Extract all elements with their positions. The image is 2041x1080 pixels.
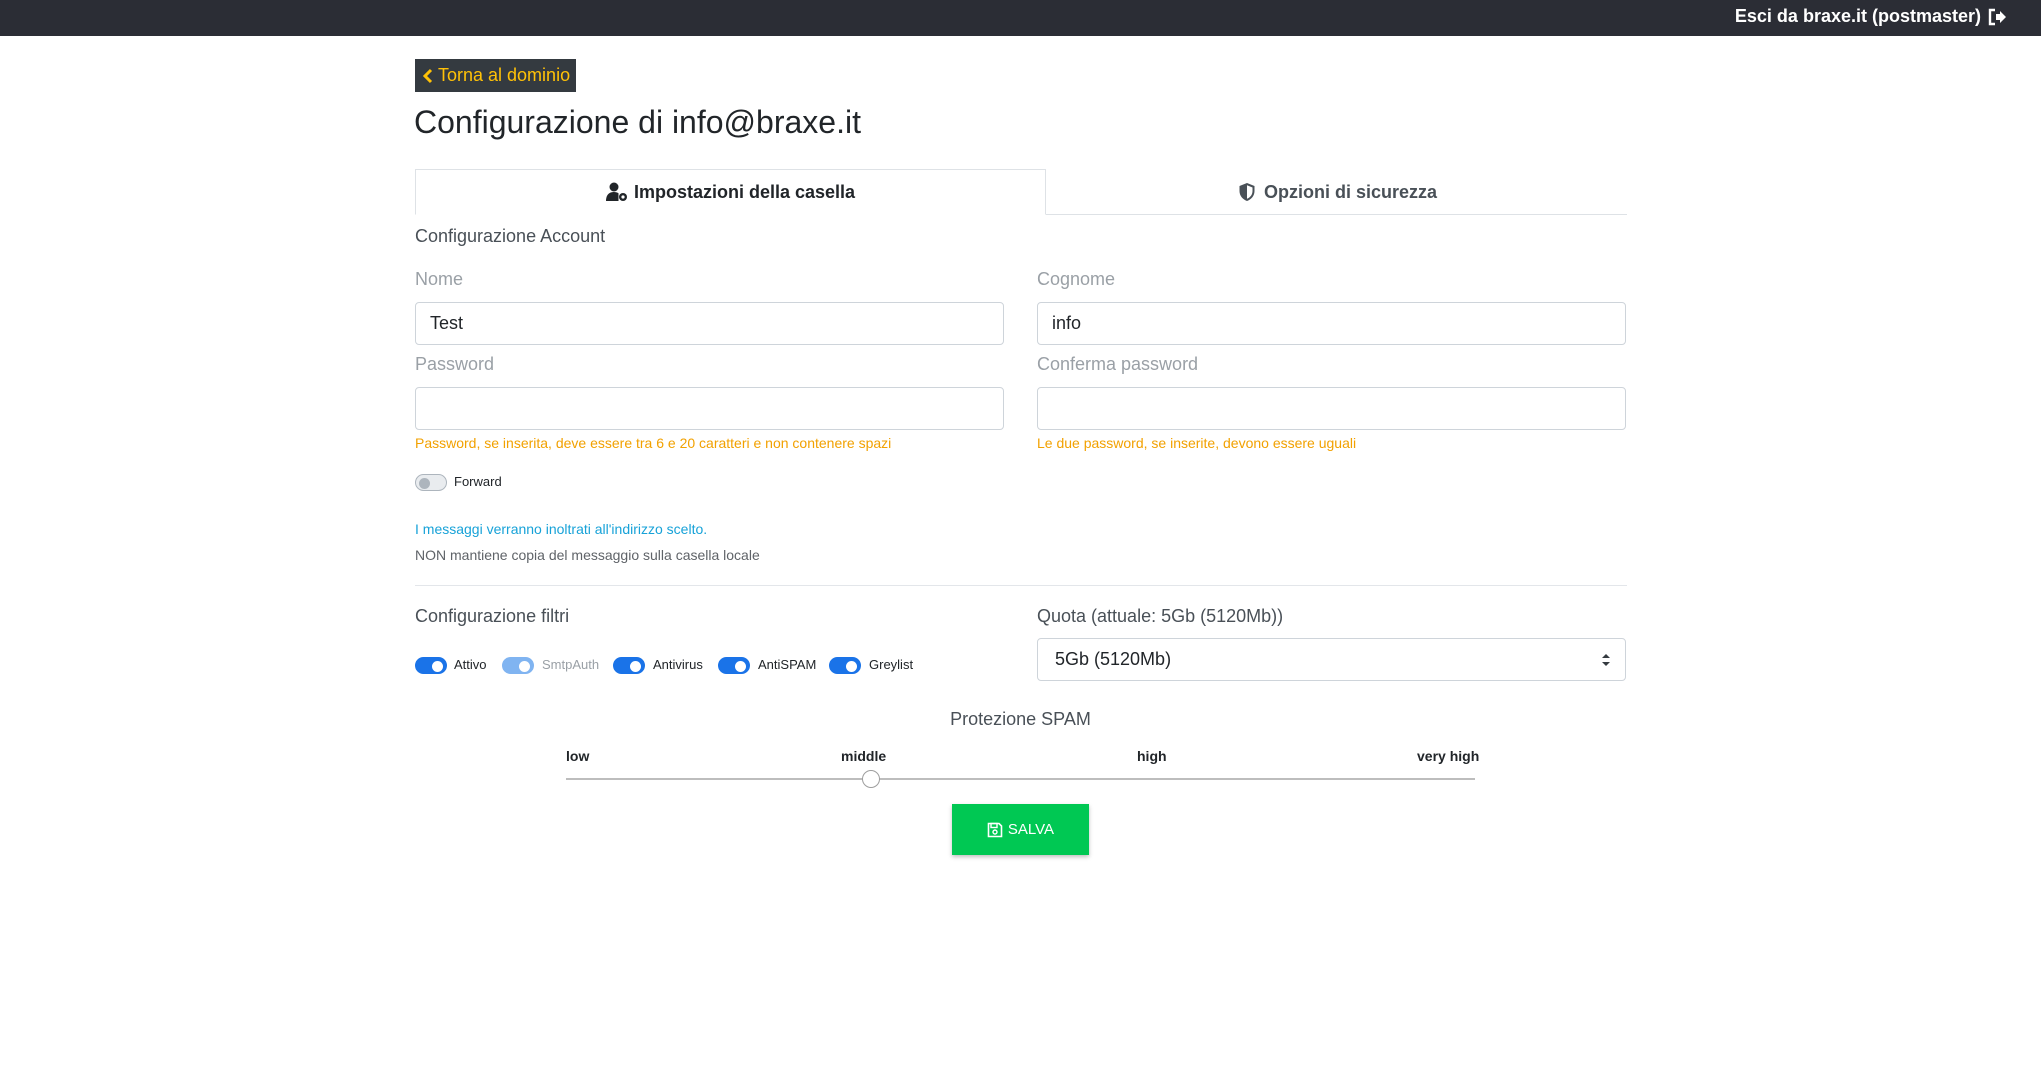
- page-title-prefix: Configurazione di: [414, 104, 664, 140]
- toggle-knob: [419, 478, 430, 489]
- chevron-left-icon: [422, 68, 433, 83]
- toggle-antispam[interactable]: [718, 657, 750, 674]
- toggle-antispam-label: AntiSPAM: [758, 657, 817, 672]
- spam-level-middle: middle: [841, 748, 887, 764]
- toggle-knob: [432, 661, 443, 672]
- toggle-attivo[interactable]: [415, 657, 447, 674]
- tab-security-options[interactable]: Opzioni di sicurezza: [1046, 169, 1627, 215]
- toggle-knob: [846, 661, 857, 672]
- confirm-password-hint: Le due password, se inserite, devono ess…: [1037, 435, 1357, 451]
- forward-info-text: I messaggi verranno inoltrati all'indiri…: [415, 521, 708, 537]
- save-icon: [987, 822, 1003, 837]
- first-name-input[interactable]: [415, 302, 1004, 345]
- tab-bar: Impostazioni della casella Opzioni di si…: [415, 169, 1627, 215]
- filters-section-title: Configurazione filtri: [415, 606, 570, 626]
- last-name-label: Cognome: [1037, 269, 1116, 289]
- save-label: SALVA: [1007, 821, 1055, 838]
- toggle-attivo-label: Attivo: [454, 657, 487, 672]
- spam-slider-thumb[interactable]: [862, 770, 880, 788]
- logout-label: Esci da braxe.it (postmaster): [1734, 6, 1981, 26]
- tab-mailbox-settings-label: Impostazioni della casella: [633, 181, 856, 202]
- toggle-knob: [735, 661, 746, 672]
- confirm-password-label: Conferma password: [1037, 354, 1199, 374]
- back-to-domain-button[interactable]: Torna al dominio: [415, 59, 577, 92]
- quota-selected-value: 5Gb (5120Mb): [1055, 649, 1172, 669]
- forward-toggle[interactable]: [415, 474, 447, 491]
- last-name-input[interactable]: [1037, 302, 1626, 345]
- save-button[interactable]: SALVA: [952, 804, 1089, 855]
- spam-slider-track[interactable]: [566, 778, 1475, 780]
- page-title: Configurazione di info@braxe.it: [414, 104, 861, 141]
- sign-out-icon: [1988, 8, 2006, 25]
- password-label: Password: [415, 354, 495, 374]
- top-bar: Esci da braxe.it (postmaster): [0, 0, 2041, 36]
- password-input[interactable]: [415, 387, 1004, 430]
- toggle-knob: [630, 661, 641, 672]
- spam-level-high: high: [1137, 748, 1167, 764]
- password-hint: Password, se inserita, deve essere tra 6…: [415, 435, 892, 451]
- toggle-greylist[interactable]: [829, 657, 861, 674]
- tab-security-options-label: Opzioni di sicurezza: [1263, 181, 1438, 202]
- spam-level-low: low: [566, 748, 590, 764]
- first-name-label: Nome: [415, 269, 464, 289]
- toggle-smtpauth: [502, 657, 534, 674]
- quota-select[interactable]: 5Gb (5120Mb): [1037, 638, 1626, 681]
- tab-mailbox-settings[interactable]: Impostazioni della casella: [415, 169, 1046, 215]
- spam-protection-title: Protezione SPAM: [950, 709, 1091, 729]
- forward-note-text: NON mantiene copia del messaggio sulla c…: [415, 547, 760, 563]
- toggle-antivirus-label: Antivirus: [653, 657, 703, 672]
- shield-icon: [1239, 183, 1255, 201]
- section-divider: [415, 585, 1627, 586]
- forward-label: Forward: [454, 474, 502, 489]
- select-caret-icon: [1602, 654, 1610, 666]
- logout-link[interactable]: Esci da braxe.it (postmaster): [1735, 6, 2007, 27]
- confirm-password-input[interactable]: [1037, 387, 1626, 430]
- quota-label: Quota (attuale: 5Gb (5120Mb)): [1037, 606, 1284, 626]
- account-section-title: Configurazione Account: [415, 226, 606, 246]
- toggle-knob: [519, 661, 530, 672]
- toggle-antivirus[interactable]: [613, 657, 645, 674]
- page-title-email: info@braxe.it: [671, 104, 861, 140]
- spam-level-very-high: very high: [1417, 748, 1480, 764]
- toggle-smtpauth-label: SmtpAuth: [542, 657, 600, 672]
- back-label: Torna al dominio: [438, 65, 571, 85]
- user-gear-icon: [605, 182, 627, 201]
- toggle-greylist-label: Greylist: [869, 657, 914, 672]
